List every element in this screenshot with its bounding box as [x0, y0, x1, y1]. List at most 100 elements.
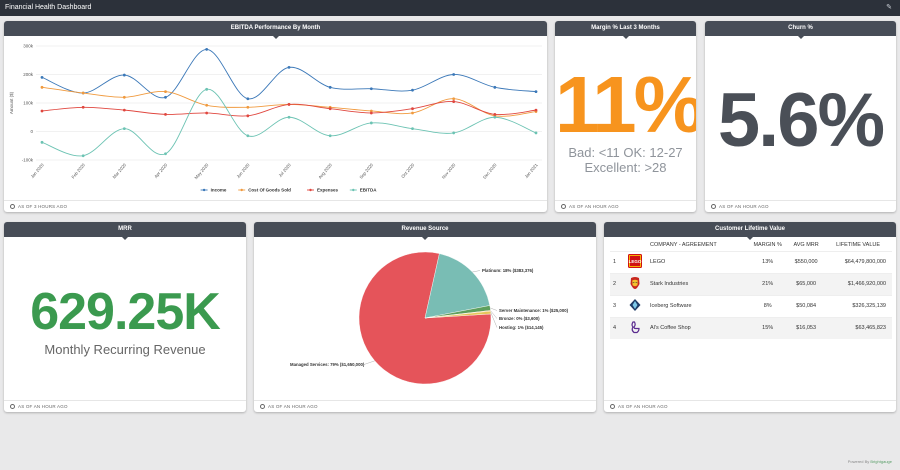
data-point[interactable] — [287, 103, 291, 106]
data-point[interactable] — [411, 111, 414, 115]
data-point[interactable] — [452, 100, 456, 103]
legend-label[interactable]: Cost Of Goods Sold — [248, 188, 291, 193]
row-number: 3 — [610, 294, 624, 317]
legend-label[interactable]: EBITDA — [360, 188, 378, 193]
mrr-tile[interactable]: MRR 629.25K Monthly Recurring Revenue AS… — [4, 222, 246, 412]
revenue-title: Revenue Source — [254, 222, 596, 240]
x-tick-label: May 2020 — [193, 162, 209, 180]
table-row: 3 Iceberg Software 8% $50,084 $326,325,1… — [610, 294, 892, 317]
clv-title: Customer Lifetime Value — [604, 222, 896, 240]
data-point[interactable] — [246, 134, 250, 138]
data-point[interactable] — [287, 115, 291, 119]
pie-label: Platinum: 18% ($383,376) — [482, 268, 534, 273]
data-point[interactable] — [287, 65, 291, 69]
data-point[interactable] — [493, 115, 497, 119]
x-tick-label: Jun 2020 — [235, 162, 251, 179]
y-tick-label: 0 — [30, 129, 33, 134]
data-point[interactable] — [164, 113, 167, 116]
data-point[interactable] — [328, 134, 332, 138]
data-point[interactable] — [40, 85, 44, 89]
ltv-cell: $64,479,800,000 — [824, 250, 892, 273]
col-company[interactable]: COMPANY - AGREEMENT — [646, 239, 747, 251]
x-tick-label: Mar 2020 — [112, 162, 128, 180]
pencil-icon[interactable]: ✎ — [886, 0, 892, 16]
data-point[interactable] — [246, 114, 250, 118]
margin-threshold-line1: Bad: <11 OK: 12-27 — [568, 145, 683, 160]
data-point[interactable] — [205, 111, 209, 115]
ebitda-line-chart: 300k 200k 100k 0 -100k Amount ($) Jan 2020 Feb … — [9, 44, 542, 193]
table-row: 1 LEGO LEGO 13% $550,000 $64,479,800,000 — [610, 250, 892, 273]
clock-icon — [711, 203, 716, 209]
data-point[interactable] — [246, 97, 250, 101]
data-point[interactable] — [534, 131, 538, 135]
data-point[interactable] — [411, 127, 414, 131]
clv-footer: AS OF AN HOUR AGO — [604, 400, 896, 412]
col-margin[interactable]: MARGIN % — [747, 239, 788, 251]
x-tick-label: Feb 2020 — [70, 162, 86, 180]
data-point[interactable] — [534, 108, 538, 112]
churn-value: 5.6% — [717, 78, 885, 163]
x-tick-label: Oct 2020 — [400, 162, 415, 179]
series-line-income[interactable] — [41, 48, 537, 100]
data-point[interactable] — [81, 154, 85, 158]
data-point[interactable] — [328, 85, 332, 89]
data-point[interactable] — [40, 140, 44, 144]
col-avg-mrr[interactable]: AVG MRR — [788, 239, 824, 251]
data-point[interactable] — [452, 73, 456, 76]
clv-tile[interactable]: Customer Lifetime Value COMPANY - AGREEM… — [604, 222, 896, 412]
data-point[interactable] — [122, 73, 126, 77]
series-line-cost-of-goods-sold[interactable] — [41, 86, 537, 117]
company-name: LEGO — [646, 250, 748, 273]
data-point[interactable] — [205, 103, 209, 107]
data-point[interactable] — [411, 107, 414, 111]
data-point[interactable] — [452, 131, 456, 135]
x-tick-label: Dec 2020 — [482, 162, 498, 180]
powered-by: Powered By Brightgauge — [847, 459, 892, 464]
data-point[interactable] — [452, 97, 456, 101]
data-point[interactable] — [122, 95, 126, 99]
data-point[interactable] — [40, 109, 44, 113]
ebitda-tile[interactable]: EBITDA Performance By Month 300k 200k 100k… — [4, 21, 547, 212]
churn-tile[interactable]: Churn % 5.6% AS OF AN HOUR AGO — [705, 21, 896, 212]
clock-icon — [10, 403, 15, 409]
col-lifetime-value[interactable]: LIFETIME VALUE — [824, 239, 892, 251]
data-point[interactable] — [164, 90, 167, 93]
data-point[interactable] — [369, 111, 373, 115]
ebitda-footer: AS OF 3 HOURS AGO — [4, 200, 547, 212]
data-point[interactable] — [369, 87, 373, 91]
y-tick-label: 100k — [23, 101, 34, 106]
data-point[interactable] — [164, 152, 167, 156]
data-point[interactable] — [40, 75, 44, 79]
lego-logo-icon: LEGO — [624, 250, 646, 273]
company-name: Al's Coffee Shop — [646, 316, 748, 339]
x-tick-label: Apr 2020 — [153, 162, 168, 179]
margin-title: Margin % Last 3 Months — [555, 21, 696, 39]
series-line-ebitda[interactable] — [41, 88, 537, 157]
data-point[interactable] — [493, 85, 497, 89]
margin-tile[interactable]: Margin % Last 3 Months 11% Bad: <11 OK: … — [555, 21, 696, 212]
data-point[interactable] — [328, 107, 332, 111]
data-point[interactable] — [369, 121, 373, 125]
data-point[interactable] — [205, 87, 209, 91]
data-point[interactable] — [205, 48, 209, 51]
pie-label: Hosting: 1% ($14,145) — [499, 325, 544, 330]
data-point[interactable] — [122, 108, 126, 112]
revenue-tile[interactable]: Revenue Source Managed Services: 79% ($1… — [254, 222, 596, 412]
margin-cell: 13% — [747, 250, 789, 273]
data-point[interactable] — [122, 127, 126, 131]
churn-title: Churn % — [705, 21, 896, 39]
data-point[interactable] — [81, 91, 85, 95]
legend-label[interactable]: Expenses — [317, 188, 339, 193]
clock-icon — [610, 403, 615, 409]
company-name: Stark Industries — [646, 272, 748, 295]
data-point[interactable] — [493, 113, 497, 116]
data-point[interactable] — [411, 88, 414, 92]
legend-label[interactable]: Income — [211, 188, 227, 193]
data-point[interactable] — [246, 105, 250, 109]
mrr-value: 629.25K — [30, 283, 221, 341]
revenue-pie-chart: Managed Services: 79% ($1,650,000) Platin… — [290, 251, 569, 385]
data-point[interactable] — [81, 105, 85, 109]
legend-marker — [309, 188, 312, 192]
data-point[interactable] — [164, 95, 167, 99]
data-point[interactable] — [534, 90, 538, 93]
